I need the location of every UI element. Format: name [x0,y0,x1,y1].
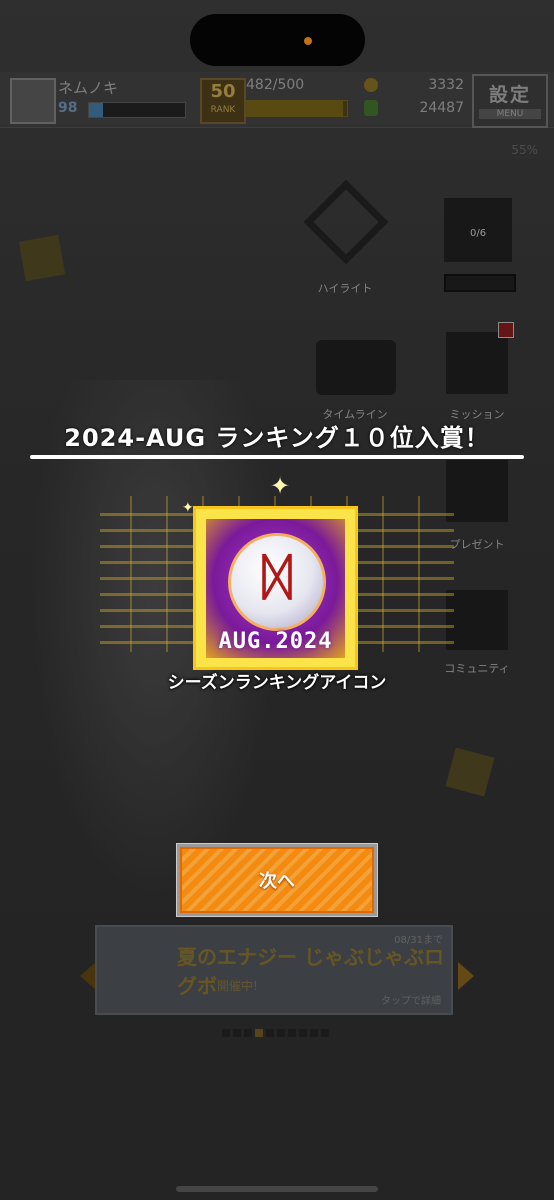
award-title: 2024-AUG ランキング１０位入賞！ [64,424,490,452]
reward-icon: ᛞ AUG.2024 [206,519,345,658]
next-button[interactable]: 次へ [176,843,378,917]
reward-icon-frame: ᛞ AUG.2024 [193,506,358,670]
title-underline [30,455,524,459]
reward-name: シーズンランキングアイコン [167,673,387,693]
sparkle-icon: ✦ [270,472,291,500]
sparkle-small-icon: ✦ [182,500,194,516]
reward-icon-date: AUG.2024 [218,629,333,654]
next-button-label: 次へ [180,847,374,913]
rune-glyph: ᛞ [262,548,292,606]
orb-icon: ᛞ [228,533,326,631]
